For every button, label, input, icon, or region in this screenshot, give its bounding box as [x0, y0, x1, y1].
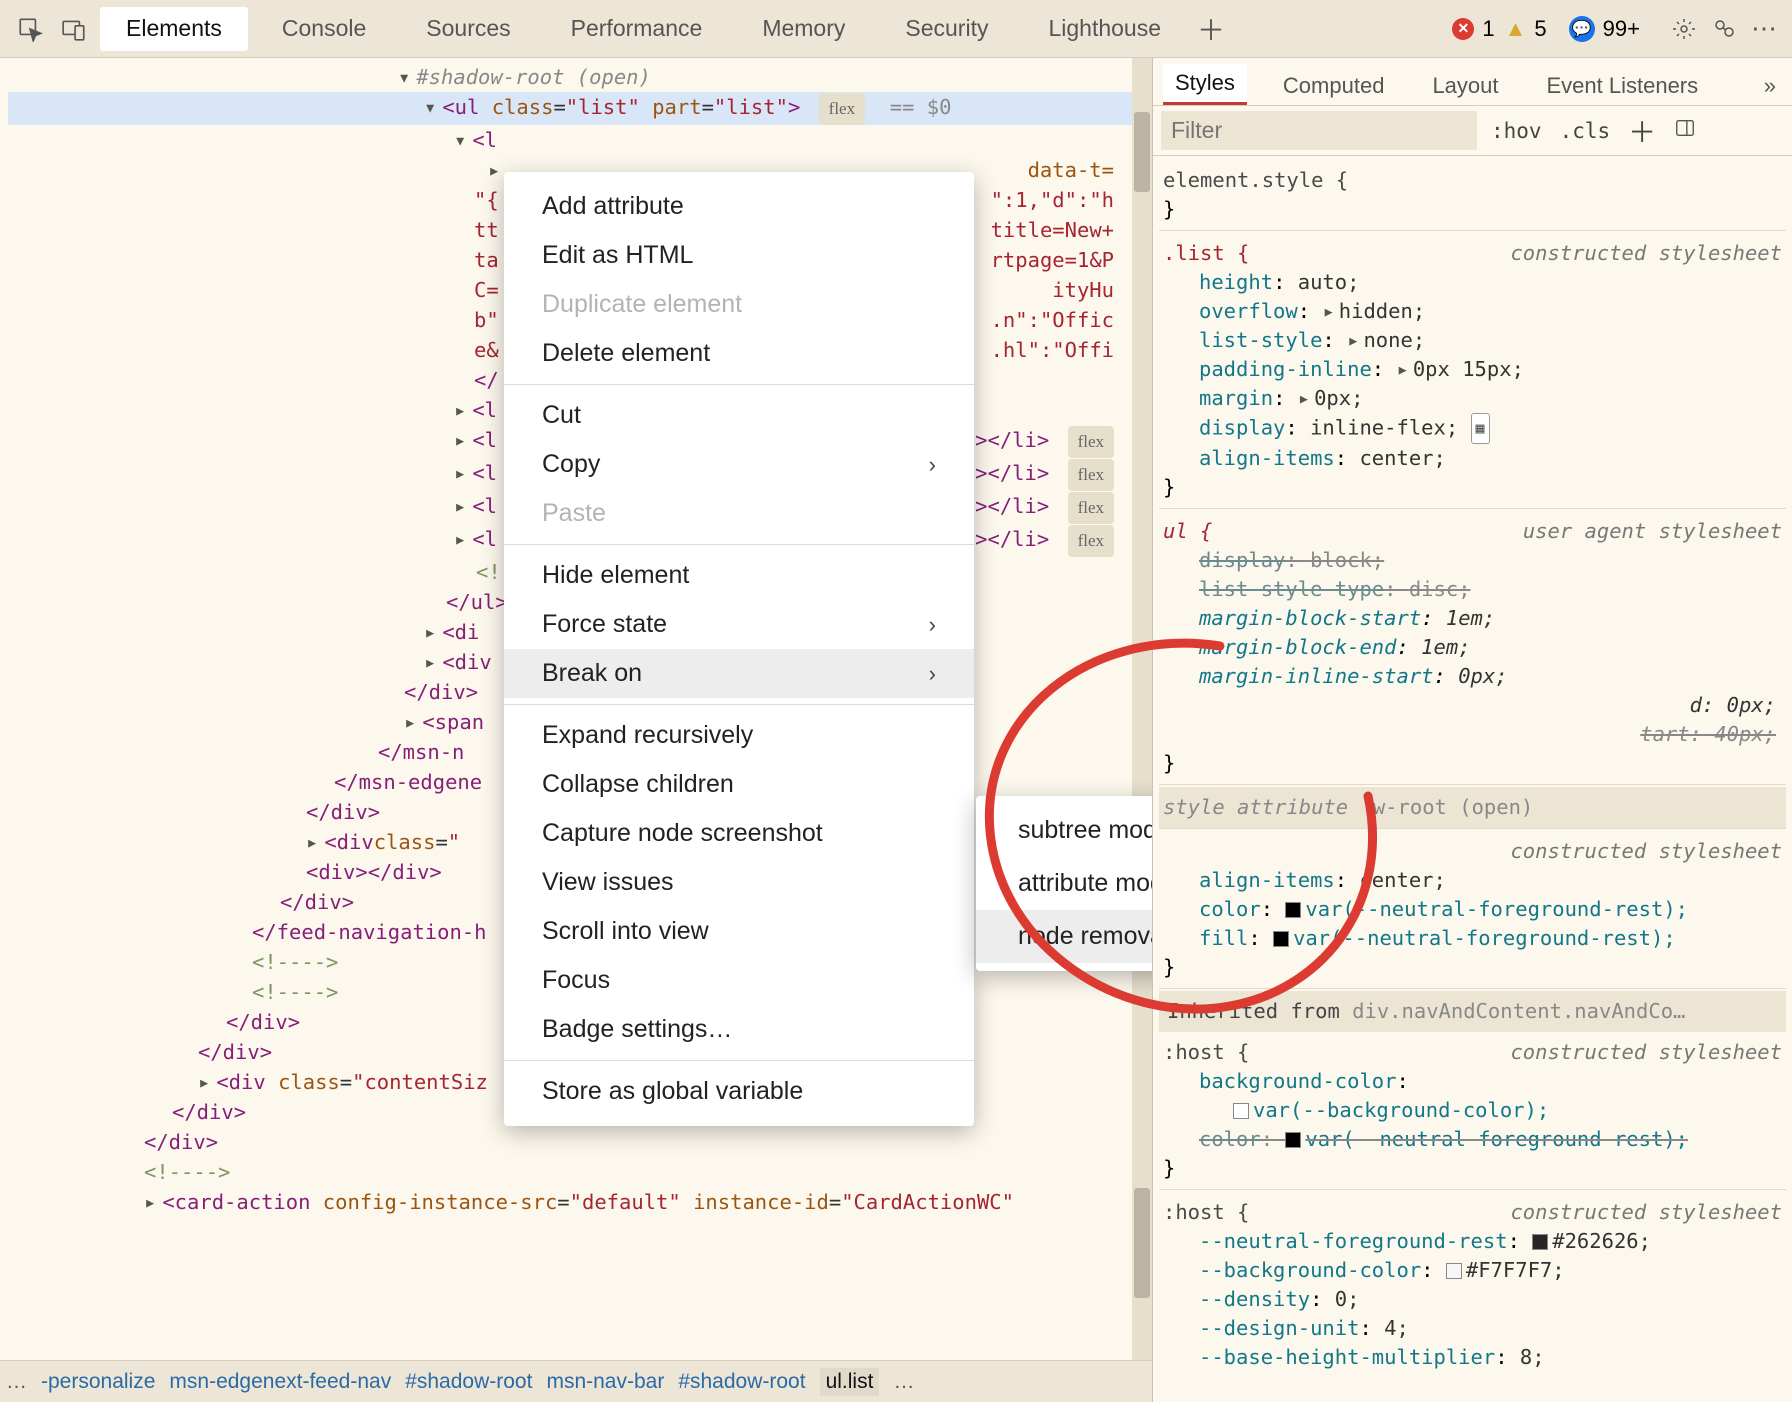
filter-input[interactable]	[1161, 111, 1477, 150]
new-style-icon[interactable]: ＋	[1624, 111, 1660, 151]
dom-fragment: <l	[472, 128, 497, 152]
breadcrumb-item[interactable]: msn-edgenext-feed-nav	[169, 1370, 391, 1394]
context-menu: Add attribute Edit as HTML Duplicate ele…	[504, 172, 974, 1126]
elements-dom-tree-panel: #shadow-root (open) <ul class="list" par…	[0, 58, 1152, 1402]
ctx-expand-recursive[interactable]: Expand recursively	[504, 711, 974, 760]
ctx-edit-html[interactable]: Edit as HTML	[504, 231, 974, 280]
ctx-collapse-children[interactable]: Collapse children	[504, 760, 974, 809]
tab-lighthouse[interactable]: Lighthouse	[1022, 7, 1187, 51]
subtab-styles[interactable]: Styles	[1163, 64, 1247, 105]
selected-hint: == $0	[890, 95, 952, 119]
styles-subtabs: Styles Computed Layout Event Listeners »	[1153, 58, 1792, 106]
ctx-force-state[interactable]: Force state›	[504, 600, 974, 649]
warning-count: 5	[1534, 16, 1546, 42]
panel-dock-icon[interactable]	[1670, 117, 1700, 144]
ctx-add-attribute[interactable]: Add attribute	[504, 182, 974, 231]
error-count: 1	[1482, 16, 1494, 42]
issues-count: 99+	[1603, 16, 1640, 42]
add-tab-button[interactable]: ＋	[1191, 9, 1231, 49]
flex-editor-icon[interactable]: ▦	[1471, 413, 1490, 444]
device-toggle-icon[interactable]	[52, 7, 96, 51]
inherited-from-row: Inherited from div.navAndContent.navAndC…	[1159, 991, 1786, 1032]
submenu-subtree-mod[interactable]: subtree modifications	[976, 804, 1152, 857]
ctx-delete[interactable]: Delete element	[504, 329, 974, 378]
inspect-element-icon[interactable]	[8, 7, 52, 51]
customize-icon[interactable]	[1704, 17, 1744, 41]
scrollbar-thumb-bottom[interactable]	[1134, 1188, 1150, 1298]
tab-elements[interactable]: Elements	[100, 7, 248, 51]
tab-security[interactable]: Security	[879, 7, 1014, 51]
dom-breadcrumb: … -personalize msn-edgenext-feed-nav #sh…	[0, 1360, 1152, 1402]
subtab-more-icon[interactable]: »	[1758, 67, 1782, 105]
warning-icon: ▲	[1505, 16, 1527, 42]
ctx-hide[interactable]: Hide element	[504, 551, 974, 600]
shadow-root-label: #shadow-root (open)	[416, 65, 651, 89]
warning-badge[interactable]: ▲ 5	[1505, 16, 1547, 42]
tab-sources[interactable]: Sources	[400, 7, 536, 51]
breadcrumb-item[interactable]: #shadow-root	[405, 1370, 532, 1394]
ctx-view-issues[interactable]: View issues	[504, 858, 974, 907]
scrollbar-thumb-top[interactable]	[1134, 112, 1150, 192]
tab-memory[interactable]: Memory	[736, 7, 871, 51]
subtab-computed[interactable]: Computed	[1271, 67, 1397, 105]
break-on-submenu: subtree modifications attribute modifica…	[976, 796, 1152, 971]
chevron-right-icon: ›	[929, 452, 936, 478]
ctx-cut[interactable]: Cut	[504, 391, 974, 440]
hov-toggle[interactable]: :hov	[1487, 119, 1546, 143]
tab-console[interactable]: Console	[256, 7, 392, 51]
styles-panel: Styles Computed Layout Event Listeners »…	[1152, 58, 1792, 1402]
ctx-focus[interactable]: Focus	[504, 956, 974, 1005]
ctx-duplicate: Duplicate element	[504, 280, 974, 329]
breadcrumb-item[interactable]: -personalize	[41, 1370, 155, 1394]
chevron-right-icon: ›	[929, 612, 936, 638]
error-badge[interactable]: ✕ 1	[1452, 16, 1494, 42]
ctx-copy[interactable]: Copy›	[504, 440, 974, 489]
issues-badge[interactable]: 💬 99+	[1569, 16, 1640, 42]
more-icon[interactable]: ⋯	[1744, 13, 1784, 44]
ctx-break-on[interactable]: Break on›	[504, 649, 974, 698]
subtab-layout[interactable]: Layout	[1420, 67, 1510, 105]
submenu-attr-mod[interactable]: attribute modifications	[976, 857, 1152, 910]
breadcrumb-end[interactable]: …	[893, 1370, 914, 1394]
ctx-capture-screenshot[interactable]: Capture node screenshot	[504, 809, 974, 858]
styles-filter-row: :hov .cls ＋	[1153, 106, 1792, 156]
settings-icon[interactable]	[1664, 17, 1704, 41]
error-icon: ✕	[1452, 18, 1474, 40]
breadcrumb-item[interactable]: #shadow-root	[678, 1370, 805, 1394]
issues-icon: 💬	[1569, 16, 1595, 42]
styles-rules[interactable]: element.style { } constructed stylesheet…	[1153, 156, 1792, 1402]
devtools-toolbar: Elements Console Sources Performance Mem…	[0, 0, 1792, 58]
scrollbar[interactable]	[1132, 58, 1152, 1402]
chevron-right-icon: ›	[929, 661, 936, 687]
ctx-paste: Paste	[504, 489, 974, 538]
ctx-badge-settings[interactable]: Badge settings…	[504, 1005, 974, 1054]
breadcrumb-item[interactable]: msn-nav-bar	[546, 1370, 664, 1394]
breadcrumb-item-active[interactable]: ul.list	[820, 1368, 880, 1396]
tab-performance[interactable]: Performance	[545, 7, 729, 51]
ctx-store-global[interactable]: Store as global variable	[504, 1067, 974, 1116]
cls-toggle[interactable]: .cls	[1556, 119, 1615, 143]
subtab-event-listeners[interactable]: Event Listeners	[1535, 67, 1711, 105]
dom-fragment: data-t=	[1028, 155, 1114, 185]
submenu-node-removal[interactable]: node removal	[976, 910, 1152, 963]
breadcrumb-start[interactable]: …	[6, 1370, 27, 1394]
ctx-scroll-into-view[interactable]: Scroll into view	[504, 907, 974, 956]
